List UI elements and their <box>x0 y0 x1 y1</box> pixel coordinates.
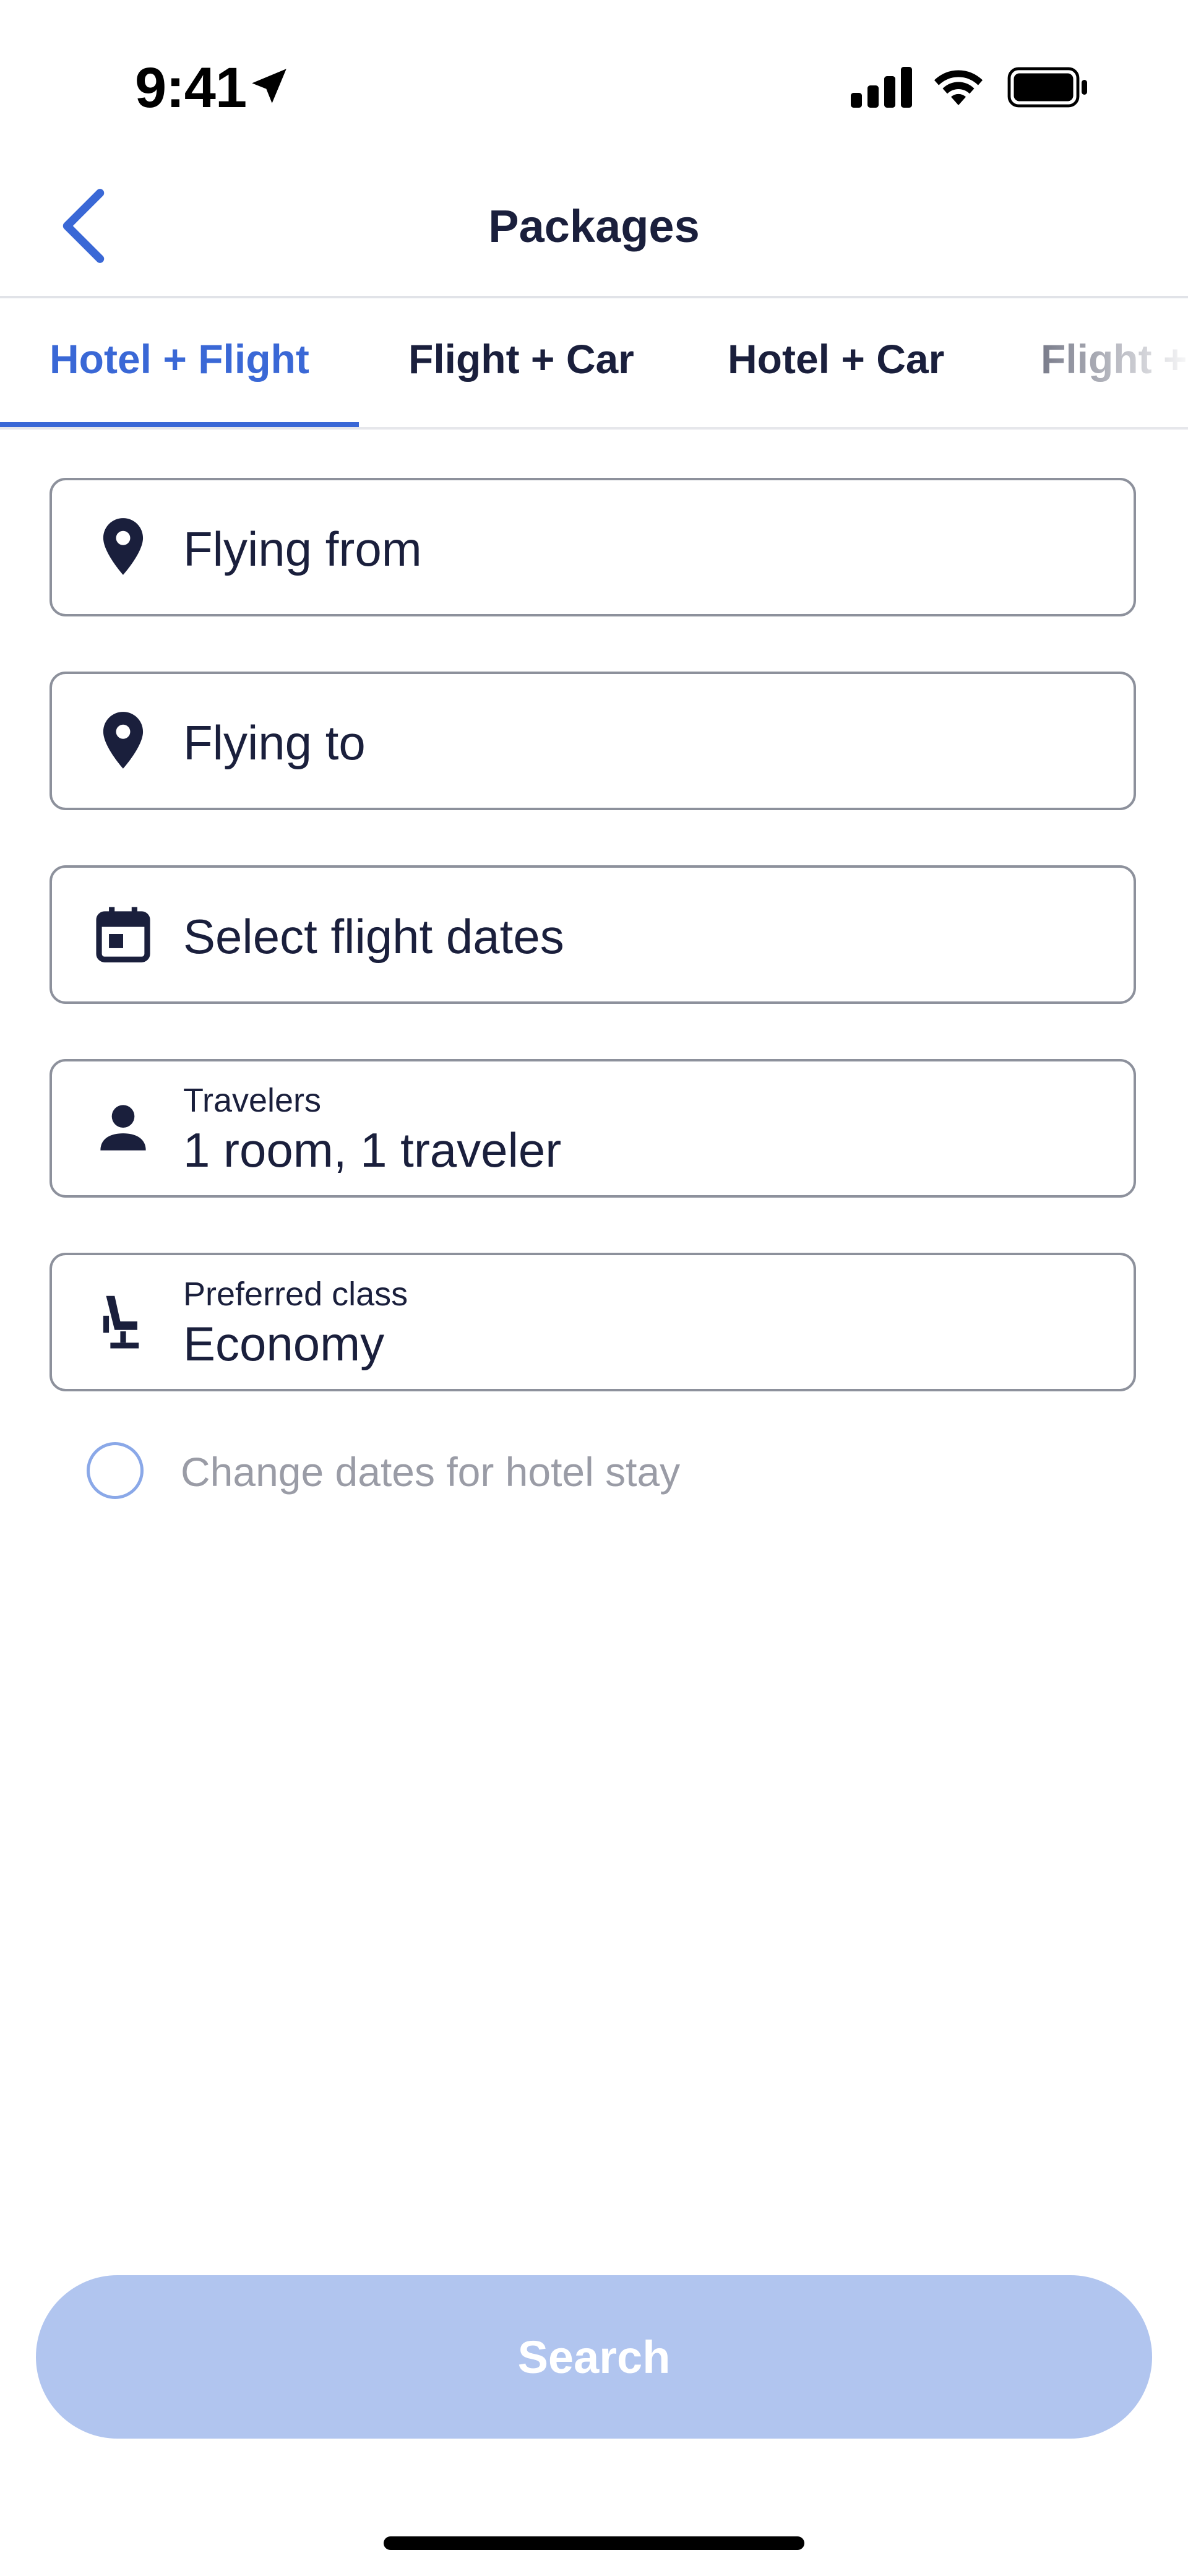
travelers-label: Travelers <box>183 1082 322 1119</box>
map-pin-icon <box>103 712 144 769</box>
preferred-class-value: Economy <box>183 1316 385 1371</box>
person-icon <box>100 1105 146 1151</box>
tab-hotel-flight[interactable]: Hotel + Flight <box>50 335 309 383</box>
status-bar: 9:41 <box>0 0 1188 161</box>
cellular-signal-icon <box>851 67 912 108</box>
tab-flight-partial[interactable]: Flight + <box>1041 335 1187 383</box>
flying-from-placeholder: Flying from <box>183 522 422 576</box>
battery-icon <box>1007 67 1087 108</box>
page-title: Packages <box>488 201 700 252</box>
search-button-label: Search <box>517 2332 671 2383</box>
wifi-icon <box>934 70 983 105</box>
search-button[interactable]: Search <box>36 2275 1152 2439</box>
home-indicator <box>384 2536 804 2550</box>
status-time: 9:41 <box>135 56 247 119</box>
hotel-dates-radio[interactable] <box>87 1442 144 1499</box>
travelers-field[interactable]: Travelers 1 room, 1 traveler <box>50 1059 1136 1198</box>
map-pin-icon <box>103 518 144 575</box>
tab-flight-car[interactable]: Flight + Car <box>408 335 634 383</box>
preferred-class-field[interactable]: Preferred class Economy <box>50 1253 1136 1391</box>
package-type-tabs: Hotel + Flight Flight + Car Hotel + Car … <box>0 298 1188 430</box>
calendar-icon <box>96 907 150 962</box>
flight-dates-placeholder: Select flight dates <box>183 909 564 964</box>
hotel-dates-label: Change dates for hotel stay <box>181 1449 681 1495</box>
preferred-class-label: Preferred class <box>183 1276 408 1313</box>
tab-hotel-car[interactable]: Hotel + Car <box>728 335 944 383</box>
seat-icon <box>103 1295 139 1349</box>
location-arrow-icon <box>252 69 286 103</box>
flying-to-field[interactable]: Flying to <box>50 672 1136 810</box>
flying-from-field[interactable]: Flying from <box>50 478 1136 616</box>
travelers-value: 1 room, 1 traveler <box>183 1123 562 1177</box>
hotel-dates-option[interactable]: Change dates for hotel stay <box>50 1424 1136 1516</box>
flying-to-placeholder: Flying to <box>183 715 366 770</box>
active-tab-indicator <box>0 422 359 427</box>
flight-dates-field[interactable]: Select flight dates <box>50 865 1136 1004</box>
